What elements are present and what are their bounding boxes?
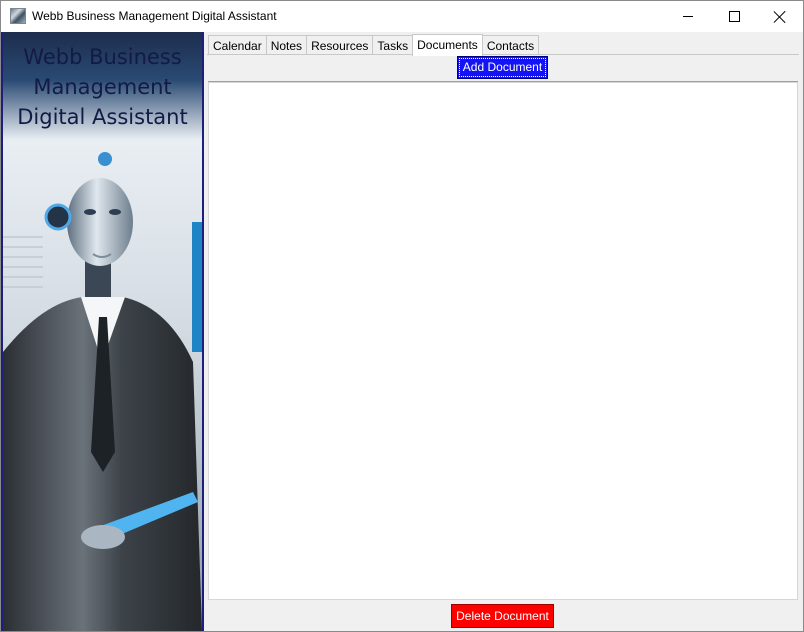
tab-documents[interactable]: Documents — [412, 34, 483, 56]
add-document-button[interactable]: Add Document — [457, 56, 548, 79]
window-title: Webb Business Management Digital Assista… — [32, 9, 277, 23]
close-button[interactable] — [757, 1, 803, 32]
sidebar-title-line: Webb Business — [23, 45, 182, 69]
delete-document-button[interactable]: Delete Document — [451, 604, 554, 628]
sidebar-title-line: Digital Assistant — [17, 105, 188, 129]
close-icon — [774, 11, 786, 23]
title-bar: Webb Business Management Digital Assista… — [1, 1, 803, 32]
maximize-button[interactable] — [711, 1, 757, 32]
tab-calendar[interactable]: Calendar — [208, 35, 267, 55]
minimize-button[interactable] — [665, 1, 711, 32]
tab-bar: Calendar Notes Resources Tasks Documents… — [208, 34, 540, 56]
maximize-icon — [728, 11, 740, 22]
document-list[interactable] — [208, 82, 798, 600]
tab-contacts[interactable]: Contacts — [481, 35, 540, 55]
tab-tasks[interactable]: Tasks — [372, 35, 414, 55]
sidebar-title-line: Management — [33, 75, 172, 99]
sidebar-title: Webb Business Management Digital Assista… — [3, 42, 202, 132]
app-icon — [10, 8, 26, 24]
tab-notes[interactable]: Notes — [265, 35, 308, 55]
tab-divider — [207, 54, 799, 55]
sidebar-banner: Webb Business Management Digital Assista… — [1, 32, 204, 631]
tab-resources[interactable]: Resources — [306, 35, 374, 55]
minimize-icon — [683, 16, 693, 17]
app-window: Webb Business Management Digital Assista… — [0, 0, 804, 632]
